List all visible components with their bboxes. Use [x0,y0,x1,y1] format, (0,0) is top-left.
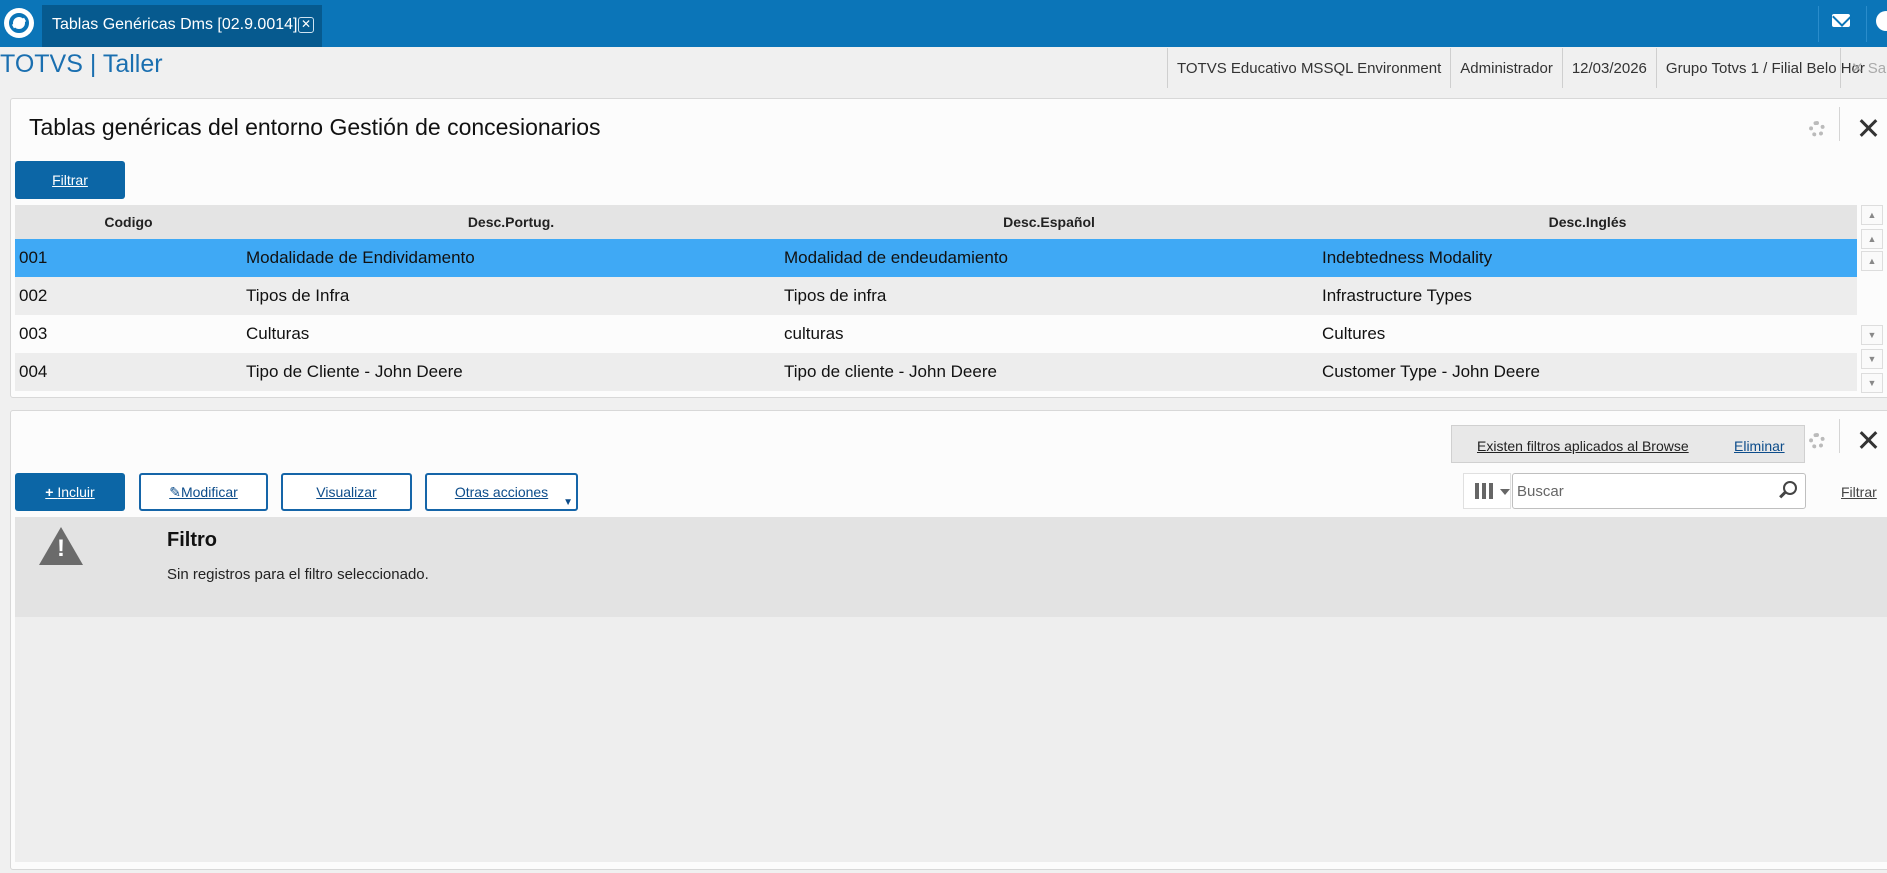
other-actions-button[interactable]: Otras acciones ▼ [425,473,578,511]
search-box [1512,473,1806,509]
chevron-down-icon: ▼ [563,497,573,508]
scroll-up-icon[interactable]: ▲ [1861,251,1883,271]
cell-code: 002 [19,286,48,305]
table-row[interactable]: 002 Tipos de Infra Tipos de infra Infras… [15,277,1857,315]
table-row[interactable]: 004 Tipo de Cliente - John Deere Tipo de… [15,353,1857,391]
include-button[interactable]: + Incluir [15,473,125,511]
totvs-logo-icon[interactable] [4,8,34,38]
table-row[interactable]: 001 Modalidade de Endividamento Modalida… [15,239,1857,277]
column-header-desc-portug[interactable]: Desc.Portug. [242,205,780,239]
chevron-down-icon [1500,489,1510,495]
column-header-codigo[interactable]: Codigo [15,205,242,239]
search-input[interactable] [1517,480,1767,502]
filter-notice-text[interactable]: Existen filtros aplicados al Browse [1477,438,1689,454]
cell-desc-pt: Tipos de Infra [246,286,350,305]
cell-desc-en: Indebtedness Modality [1322,248,1493,267]
columns-icon [1475,483,1493,499]
tab-title: Tablas Genéricas Dms [02.9.0014] [52,16,298,33]
search-icon[interactable] [1783,481,1797,495]
branch-label[interactable]: Grupo Totvs 1 / Filial Belo Hor [1655,48,1865,88]
exit-button[interactable]: ✕ Sa [1840,48,1887,88]
view-button[interactable]: Visualizar [281,473,412,511]
generic-tables-grid: Codigo Desc.Portug. Desc.Español Desc.In… [15,205,1857,391]
cell-desc-en: Infrastructure Types [1322,286,1472,305]
cell-code: 001 [19,248,48,267]
browse-panel: Existen filtros aplicados al Browse Elim… [10,410,1887,870]
help-icon[interactable] [1876,11,1887,31]
cell-code: 003 [19,324,48,343]
remove-filter-link[interactable]: Eliminar [1734,438,1785,454]
plus-icon: + [45,484,58,500]
cell-desc-es: Modalidad de endeudamiento [784,248,1009,267]
mail-icon[interactable] [1832,14,1850,27]
cell-code: 004 [19,362,48,381]
cell-desc-en: Customer Type - John Deere [1322,362,1540,381]
scroll-top-icon[interactable]: ▲ [1861,205,1883,225]
other-actions-label: Otras acciones [454,484,549,500]
cell-desc-es: culturas [784,324,844,343]
column-header-desc-espanol[interactable]: Desc.Español [780,205,1318,239]
top-bar: Tablas Genéricas Dms [02.9.0014] ✕ [0,0,1887,47]
divider [1866,6,1867,42]
warning-icon [39,527,83,565]
empty-message: Filtro Sin registros para el filtro sele… [15,517,1887,617]
close-icon[interactable] [1857,117,1879,139]
cell-desc-en: Cultures [1322,324,1386,343]
user-label[interactable]: Administrador [1450,48,1562,88]
app-title: TOTVS | Taller [0,50,163,78]
divider [1839,107,1840,141]
close-icon[interactable] [1857,429,1879,451]
filter-button[interactable]: Filtrar [15,161,125,199]
environment-label[interactable]: TOTVS Educativo MSSQL Environment [1167,48,1450,88]
cell-desc-es: Tipo de cliente - John Deere [784,362,997,381]
filter-notice: Existen filtros aplicados al Browse Elim… [1451,425,1805,463]
cell-desc-pt: Culturas [246,324,310,343]
cell-desc-pt: Modalidade de Endividamento [246,248,475,267]
column-header-desc-ingles[interactable]: Desc.Inglés [1318,205,1857,239]
divider [1818,6,1819,42]
scroll-down-icon[interactable]: ▼ [1861,325,1883,345]
scroll-bottom-icon[interactable]: ▼ [1861,373,1883,393]
divider [1839,419,1840,453]
gear-icon[interactable] [1809,433,1825,449]
pencil-icon: ✎ [169,483,181,500]
message-title: Filtro [167,529,217,551]
scroll-page-up-icon[interactable]: ▲ [1861,229,1883,249]
columns-config-button[interactable] [1463,473,1511,509]
panel-title: Tablas genéricas del entorno Gestión de … [29,114,601,140]
tab-close-icon[interactable]: ✕ [298,17,314,33]
grid-scrollbar[interactable]: ▲ ▲ ▲ ▼ ▼ ▼ [1861,205,1883,395]
generic-tables-panel: Tablas genéricas del entorno Gestión de … [10,98,1887,398]
scroll-page-down-icon[interactable]: ▼ [1861,349,1883,369]
cell-desc-es: Tipos de infra [784,286,887,305]
grid-header: Codigo Desc.Portug. Desc.Español Desc.In… [15,205,1857,239]
gear-icon[interactable] [1809,121,1825,137]
date-label[interactable]: 12/03/2026 [1561,48,1656,88]
message-text: Sin registros para el filtro seleccionad… [167,566,429,583]
table-row[interactable]: 003 Culturas culturas Cultures [15,315,1857,353]
modify-button[interactable]: ✎Modificar [139,473,268,511]
info-bar: TOTVS Educativo MSSQL Environment Admini… [1167,48,1865,88]
cell-desc-pt: Tipo de Cliente - John Deere [246,362,463,381]
filter-link[interactable]: Filtrar [1841,484,1877,500]
browse-empty-area [15,617,1887,862]
modify-button-label: Modificar [180,483,238,500]
tab-tablas-genericas[interactable]: Tablas Genéricas Dms [02.9.0014] ✕ [42,5,322,47]
include-button-label: Incluir [57,484,95,500]
